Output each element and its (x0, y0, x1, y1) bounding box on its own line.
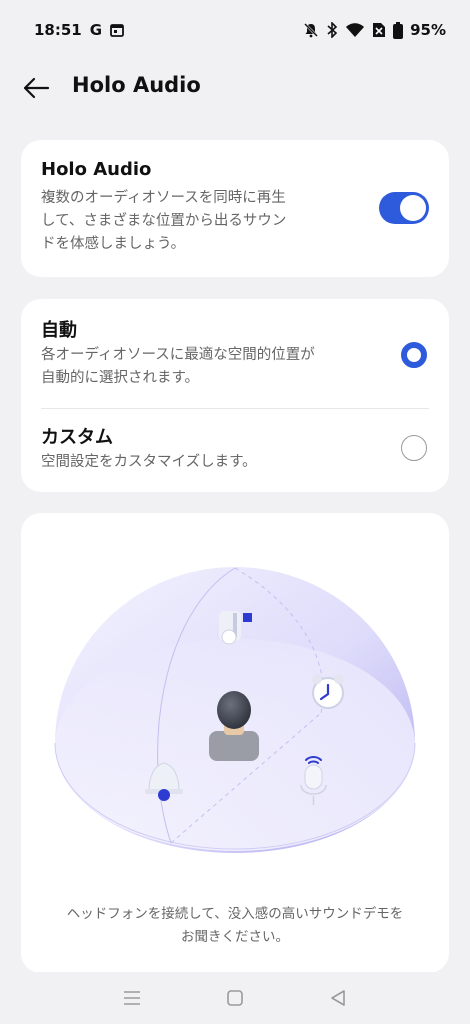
home-icon (227, 990, 243, 1006)
holo-audio-desc-line: ドを体感しましょう。 (41, 236, 186, 252)
alarm-clock-icon (312, 674, 344, 709)
wifi-icon (345, 22, 365, 38)
toggle-knob (400, 195, 426, 221)
illustration-card: ヘッドフォンを接続して、没入感の高いサウンドデモを お聞きください。 (21, 513, 449, 973)
google-icon: G (89, 21, 103, 39)
auto-desc-line: 各オーディオソースに最適な空間的位置が (41, 347, 315, 363)
holo-audio-title: Holo Audio (41, 159, 152, 180)
mode-card: 自動 各オーディオソースに最適な空間的位置が 自動的に選択されます。 カスタム … (21, 299, 449, 492)
auto-desc-line: 自動的に選択されます。 (41, 370, 200, 386)
auto-radio[interactable] (401, 342, 427, 368)
custom-radio[interactable] (401, 435, 427, 461)
home-button[interactable] (215, 978, 255, 1018)
calendar-icon (110, 23, 124, 37)
illustration-caption: ヘッドフォンを接続して、没入感の高いサウンドデモを お聞きください。 (31, 903, 439, 949)
status-right: 95% (303, 21, 446, 39)
holo-audio-description: 複数のオーディオソースを同時に再生 して、さまざまな位置から出るサウン ドを体感… (41, 187, 381, 256)
status-left: 18:51 G (34, 21, 124, 39)
caption-line: お聞きください。 (181, 929, 289, 945)
arrow-left-icon (23, 77, 50, 99)
status-bar: 18:51 G 95% (0, 0, 470, 60)
nav-back-button[interactable] (318, 978, 358, 1018)
spatial-audio-illustration (54, 567, 416, 853)
holo-audio-desc-line: 複数のオーディオソースを同時に再生 (41, 190, 286, 206)
custom-option-title: カスタム (41, 427, 113, 448)
battery-icon (393, 21, 404, 39)
holo-audio-desc-line: して、さまざまな位置から出るサウン (41, 213, 287, 229)
back-triangle-icon (331, 990, 346, 1006)
sim-off-icon (372, 22, 386, 38)
recents-button[interactable] (112, 978, 152, 1018)
menu-icon (123, 991, 140, 1005)
app-header: Holo Audio (0, 60, 470, 112)
navigation-bar (0, 972, 470, 1024)
bluetooth-icon (326, 22, 338, 38)
mute-icon (303, 22, 319, 38)
holo-audio-card: Holo Audio 複数のオーディオソースを同時に再生 して、さまざまな位置か… (21, 140, 449, 277)
page-title: Holo Audio (72, 73, 201, 97)
status-time: 18:51 (34, 21, 82, 39)
auto-option-title: 自動 (41, 320, 77, 341)
auto-option-description: 各オーディオソースに最適な空間的位置が 自動的に選択されます。 (41, 344, 391, 390)
holo-audio-toggle[interactable] (379, 192, 429, 224)
custom-option-description: 空間設定をカスタマイズします。 (41, 454, 257, 470)
caption-line: ヘッドフォンを接続して、没入感の高いサウンドデモを (66, 906, 404, 922)
battery-percent: 95% (410, 21, 446, 39)
back-button[interactable] (16, 68, 56, 108)
